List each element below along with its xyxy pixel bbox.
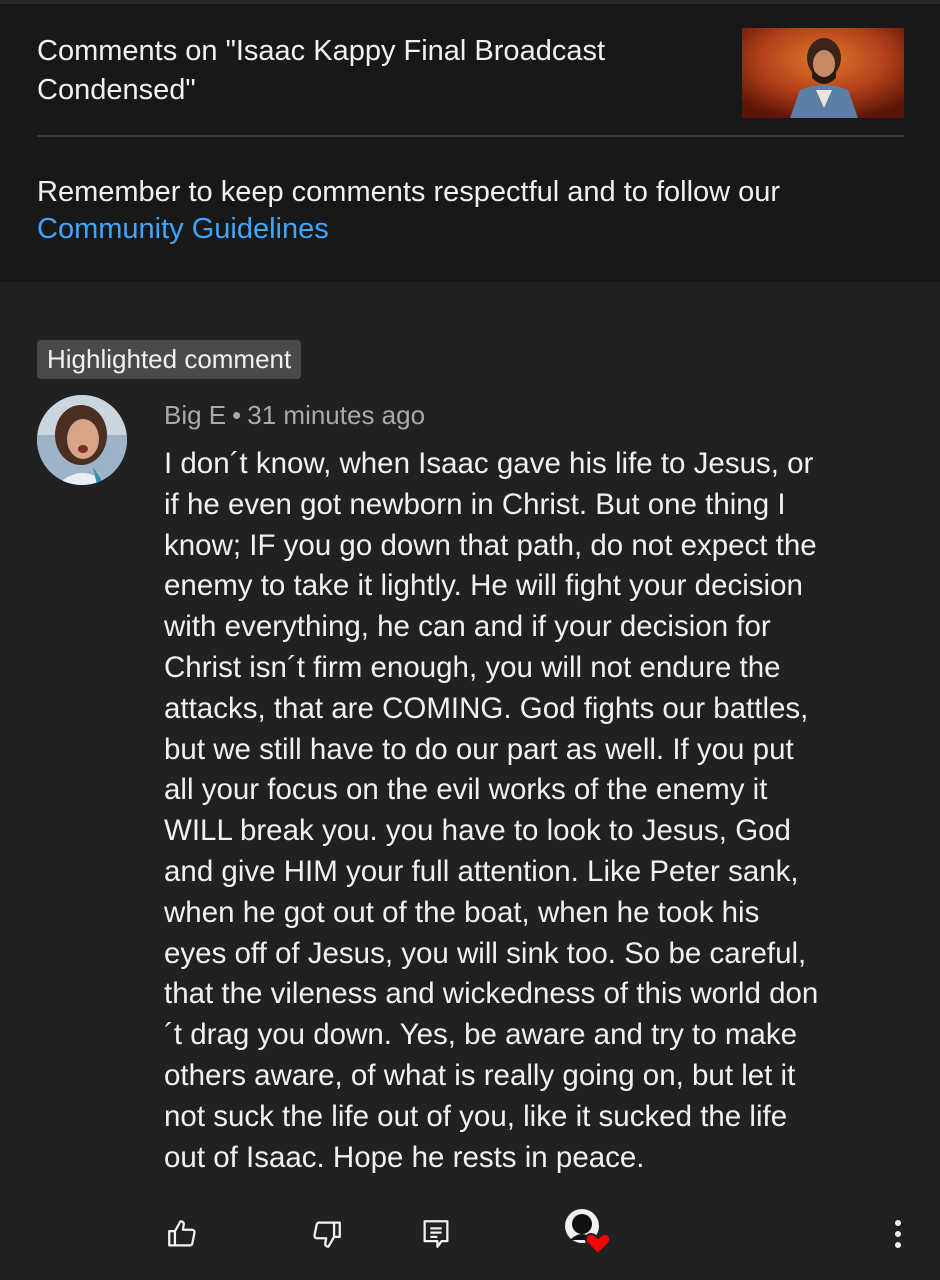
more-options-button[interactable]	[878, 1212, 918, 1256]
comments-header: Comments on "Isaac Kappy Final Broadcast…	[0, 0, 940, 282]
more-vertical-icon	[893, 1218, 903, 1250]
comment-actions	[0, 1202, 940, 1262]
creator-heart-icon	[562, 1206, 614, 1258]
meta-separator: •	[232, 400, 242, 430]
thumbs-down-icon	[310, 1217, 344, 1251]
community-guidelines-link[interactable]: Community Guidelines	[37, 213, 329, 245]
like-button[interactable]	[160, 1212, 204, 1256]
comment-meta: Big E • 31 minutes ago	[164, 398, 425, 432]
header-divider	[37, 135, 904, 137]
thumbs-up-icon	[165, 1217, 199, 1251]
comment-thread: Highlighted comment Big E • 31 minutes ago…	[0, 282, 940, 1280]
reminder-text: Remember to keep comments respectful and…	[37, 176, 781, 208]
guidelines-reminder: Remember to keep comments respectful and…	[37, 174, 907, 248]
avatar[interactable]	[37, 395, 127, 485]
dislike-button[interactable]	[305, 1212, 349, 1256]
video-thumbnail[interactable]	[742, 28, 904, 118]
author-name[interactable]: Big E	[164, 400, 226, 430]
creator-heart-button[interactable]	[562, 1206, 614, 1258]
reply-button[interactable]	[414, 1212, 458, 1256]
highlighted-comment-badge: Highlighted comment	[37, 340, 302, 379]
comment-timestamp[interactable]: 31 minutes ago	[247, 400, 425, 430]
comment-text: I don´t know, when Isaac gave his life t…	[164, 447, 819, 1174]
comments-title: Comments on "Isaac Kappy Final Broadcast…	[37, 35, 606, 106]
reply-icon	[419, 1217, 453, 1251]
